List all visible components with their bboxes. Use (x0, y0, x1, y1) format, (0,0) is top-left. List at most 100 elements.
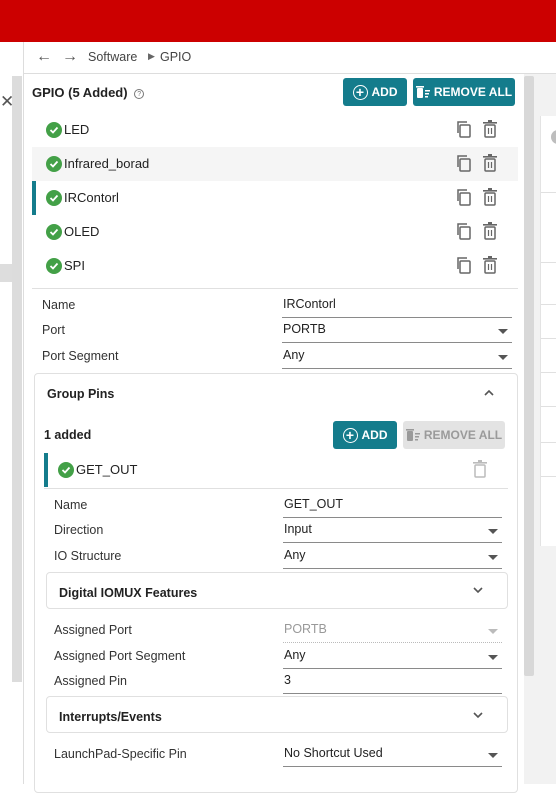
pin-name-field-row: Name GET_OUT (54, 494, 502, 518)
plus-circle-icon: + (342, 427, 358, 443)
copy-icon[interactable] (455, 256, 473, 274)
name-field-row: Name IRContorl (42, 294, 512, 318)
gpio-list-item[interactable]: OLED (32, 215, 518, 249)
copy-icon[interactable] (455, 222, 473, 240)
direction-label: Direction (54, 523, 104, 537)
port-segment-select[interactable]: Any (282, 348, 512, 369)
port-select[interactable]: PORTB (282, 322, 512, 343)
port-segment-select-value: Any (283, 348, 305, 362)
divider (541, 338, 556, 339)
add-pin-button[interactable]: + ADD (333, 421, 397, 449)
divider (541, 406, 556, 407)
main-scrollbar[interactable] (524, 76, 534, 676)
trash-icon[interactable] (482, 154, 498, 172)
right-side-card (540, 116, 556, 546)
app-top-bar (0, 0, 556, 42)
gpio-list-item-selected[interactable]: IRContorl (32, 181, 518, 215)
status-circle-icon (551, 130, 556, 144)
launchpad-pin-label: LaunchPad-Specific Pin (54, 747, 187, 761)
gpio-list-item[interactable]: Infrared_borad (32, 147, 518, 181)
left-panel: ✕ (0, 42, 24, 784)
remove-all-gpio-button[interactable]: REMOVE ALL (413, 78, 515, 106)
assigned-port-segment-label: Assigned Port Segment (54, 649, 186, 663)
direction-field-row: Direction Input (54, 519, 502, 543)
launchpad-pin-select-value: No Shortcut Used (284, 746, 383, 760)
io-structure-select-value: Any (284, 548, 306, 562)
dropdown-caret-icon (498, 329, 508, 334)
gpio-list-item[interactable]: LED (32, 113, 518, 147)
selected-indicator (32, 181, 36, 215)
check-circle-icon (58, 462, 74, 478)
gpio-item-label: OLED (64, 224, 100, 239)
trash-icon[interactable] (482, 188, 498, 206)
pin-name-label: Name (54, 498, 88, 512)
copy-icon[interactable] (455, 188, 473, 206)
digital-iomux-title: Digital IOMUX Features (59, 586, 198, 600)
trash-icon[interactable] (482, 120, 498, 138)
gpio-item-label: IRContorl (64, 190, 119, 205)
port-label: Port (42, 323, 65, 337)
chevron-up-icon[interactable] (482, 386, 496, 400)
breadcrumb-gpio[interactable]: GPIO (160, 50, 191, 64)
remove-all-pins-button[interactable]: REMOVE ALL (403, 421, 505, 449)
divider (541, 476, 556, 477)
chevron-down-icon[interactable] (471, 708, 485, 722)
group-pins-title: Group Pins (47, 387, 115, 401)
divider (541, 304, 556, 305)
arrow-right-icon[interactable]: → (62, 48, 78, 66)
gpio-title-text: GPIO (5 Added) (32, 85, 128, 100)
add-pin-button-label: ADD (361, 428, 388, 442)
group-pins-count: 1 added (44, 428, 92, 442)
breadcrumb-software[interactable]: Software (88, 50, 137, 64)
arrow-left-icon[interactable]: ← (36, 48, 52, 66)
left-panel-scrollbar[interactable] (12, 76, 22, 682)
assigned-pin-input[interactable]: 3 (283, 673, 502, 694)
assigned-pin-label: Assigned Pin (54, 674, 127, 688)
io-structure-field-row: IO Structure Any (54, 545, 502, 569)
trash-icon[interactable] (482, 222, 498, 240)
assigned-pin-field-row: Assigned Pin 3 (54, 670, 502, 694)
remove-all-pins-button-label: REMOVE ALL (423, 428, 503, 442)
trash-icon[interactable] (482, 256, 498, 274)
check-circle-icon (46, 190, 62, 206)
chevron-down-icon[interactable] (471, 583, 485, 597)
remove-all-gpio-button-label: REMOVE ALL (433, 85, 513, 99)
check-circle-icon (46, 122, 62, 138)
pin-list-item-selected[interactable]: GET_OUT (44, 453, 508, 487)
close-icon[interactable]: ✕ (0, 92, 14, 112)
port-select-value: PORTB (283, 322, 326, 336)
assigned-port-segment-select[interactable]: Any (283, 648, 502, 669)
dropdown-caret-icon (498, 355, 508, 360)
divider (541, 372, 556, 373)
pin-name-input[interactable]: GET_OUT (283, 497, 502, 518)
help-circle-icon[interactable]: ? (134, 88, 145, 99)
copy-icon[interactable] (455, 154, 473, 172)
trash-icon[interactable] (472, 460, 488, 478)
launchpad-pin-select[interactable]: No Shortcut Used (283, 746, 502, 767)
add-gpio-button-label: ADD (371, 85, 398, 99)
selected-indicator (44, 453, 48, 487)
gpio-item-label: Infrared_borad (64, 156, 150, 171)
assigned-port-segment-select-value: Any (284, 648, 306, 662)
dropdown-caret-icon (488, 655, 498, 660)
dropdown-caret-icon (488, 529, 498, 534)
port-segment-label: Port Segment (42, 349, 119, 363)
copy-icon[interactable] (455, 120, 473, 138)
direction-select[interactable]: Input (283, 522, 502, 543)
assigned-port-select: PORTB (283, 622, 502, 643)
direction-select-value: Input (284, 522, 312, 536)
launchpad-pin-field-row: LaunchPad-Specific Pin No Shortcut Used (54, 743, 502, 767)
name-input[interactable]: IRContorl (282, 297, 512, 318)
add-gpio-button[interactable]: + ADD (343, 78, 407, 106)
io-structure-select[interactable]: Any (283, 548, 502, 569)
assigned-port-select-value: PORTB (284, 622, 327, 636)
io-structure-label: IO Structure (54, 549, 122, 563)
gpio-list-item[interactable]: SPI (32, 249, 518, 283)
assigned-port-field-row: Assigned Port PORTB (54, 619, 502, 643)
check-circle-icon (46, 224, 62, 240)
name-label: Name (42, 298, 76, 312)
left-panel-selected-item[interactable] (0, 264, 12, 282)
assigned-port-segment-field-row: Assigned Port Segment Any (54, 645, 502, 669)
port-field-row: Port PORTB (42, 319, 512, 343)
port-segment-field-row: Port Segment Any (42, 345, 512, 369)
